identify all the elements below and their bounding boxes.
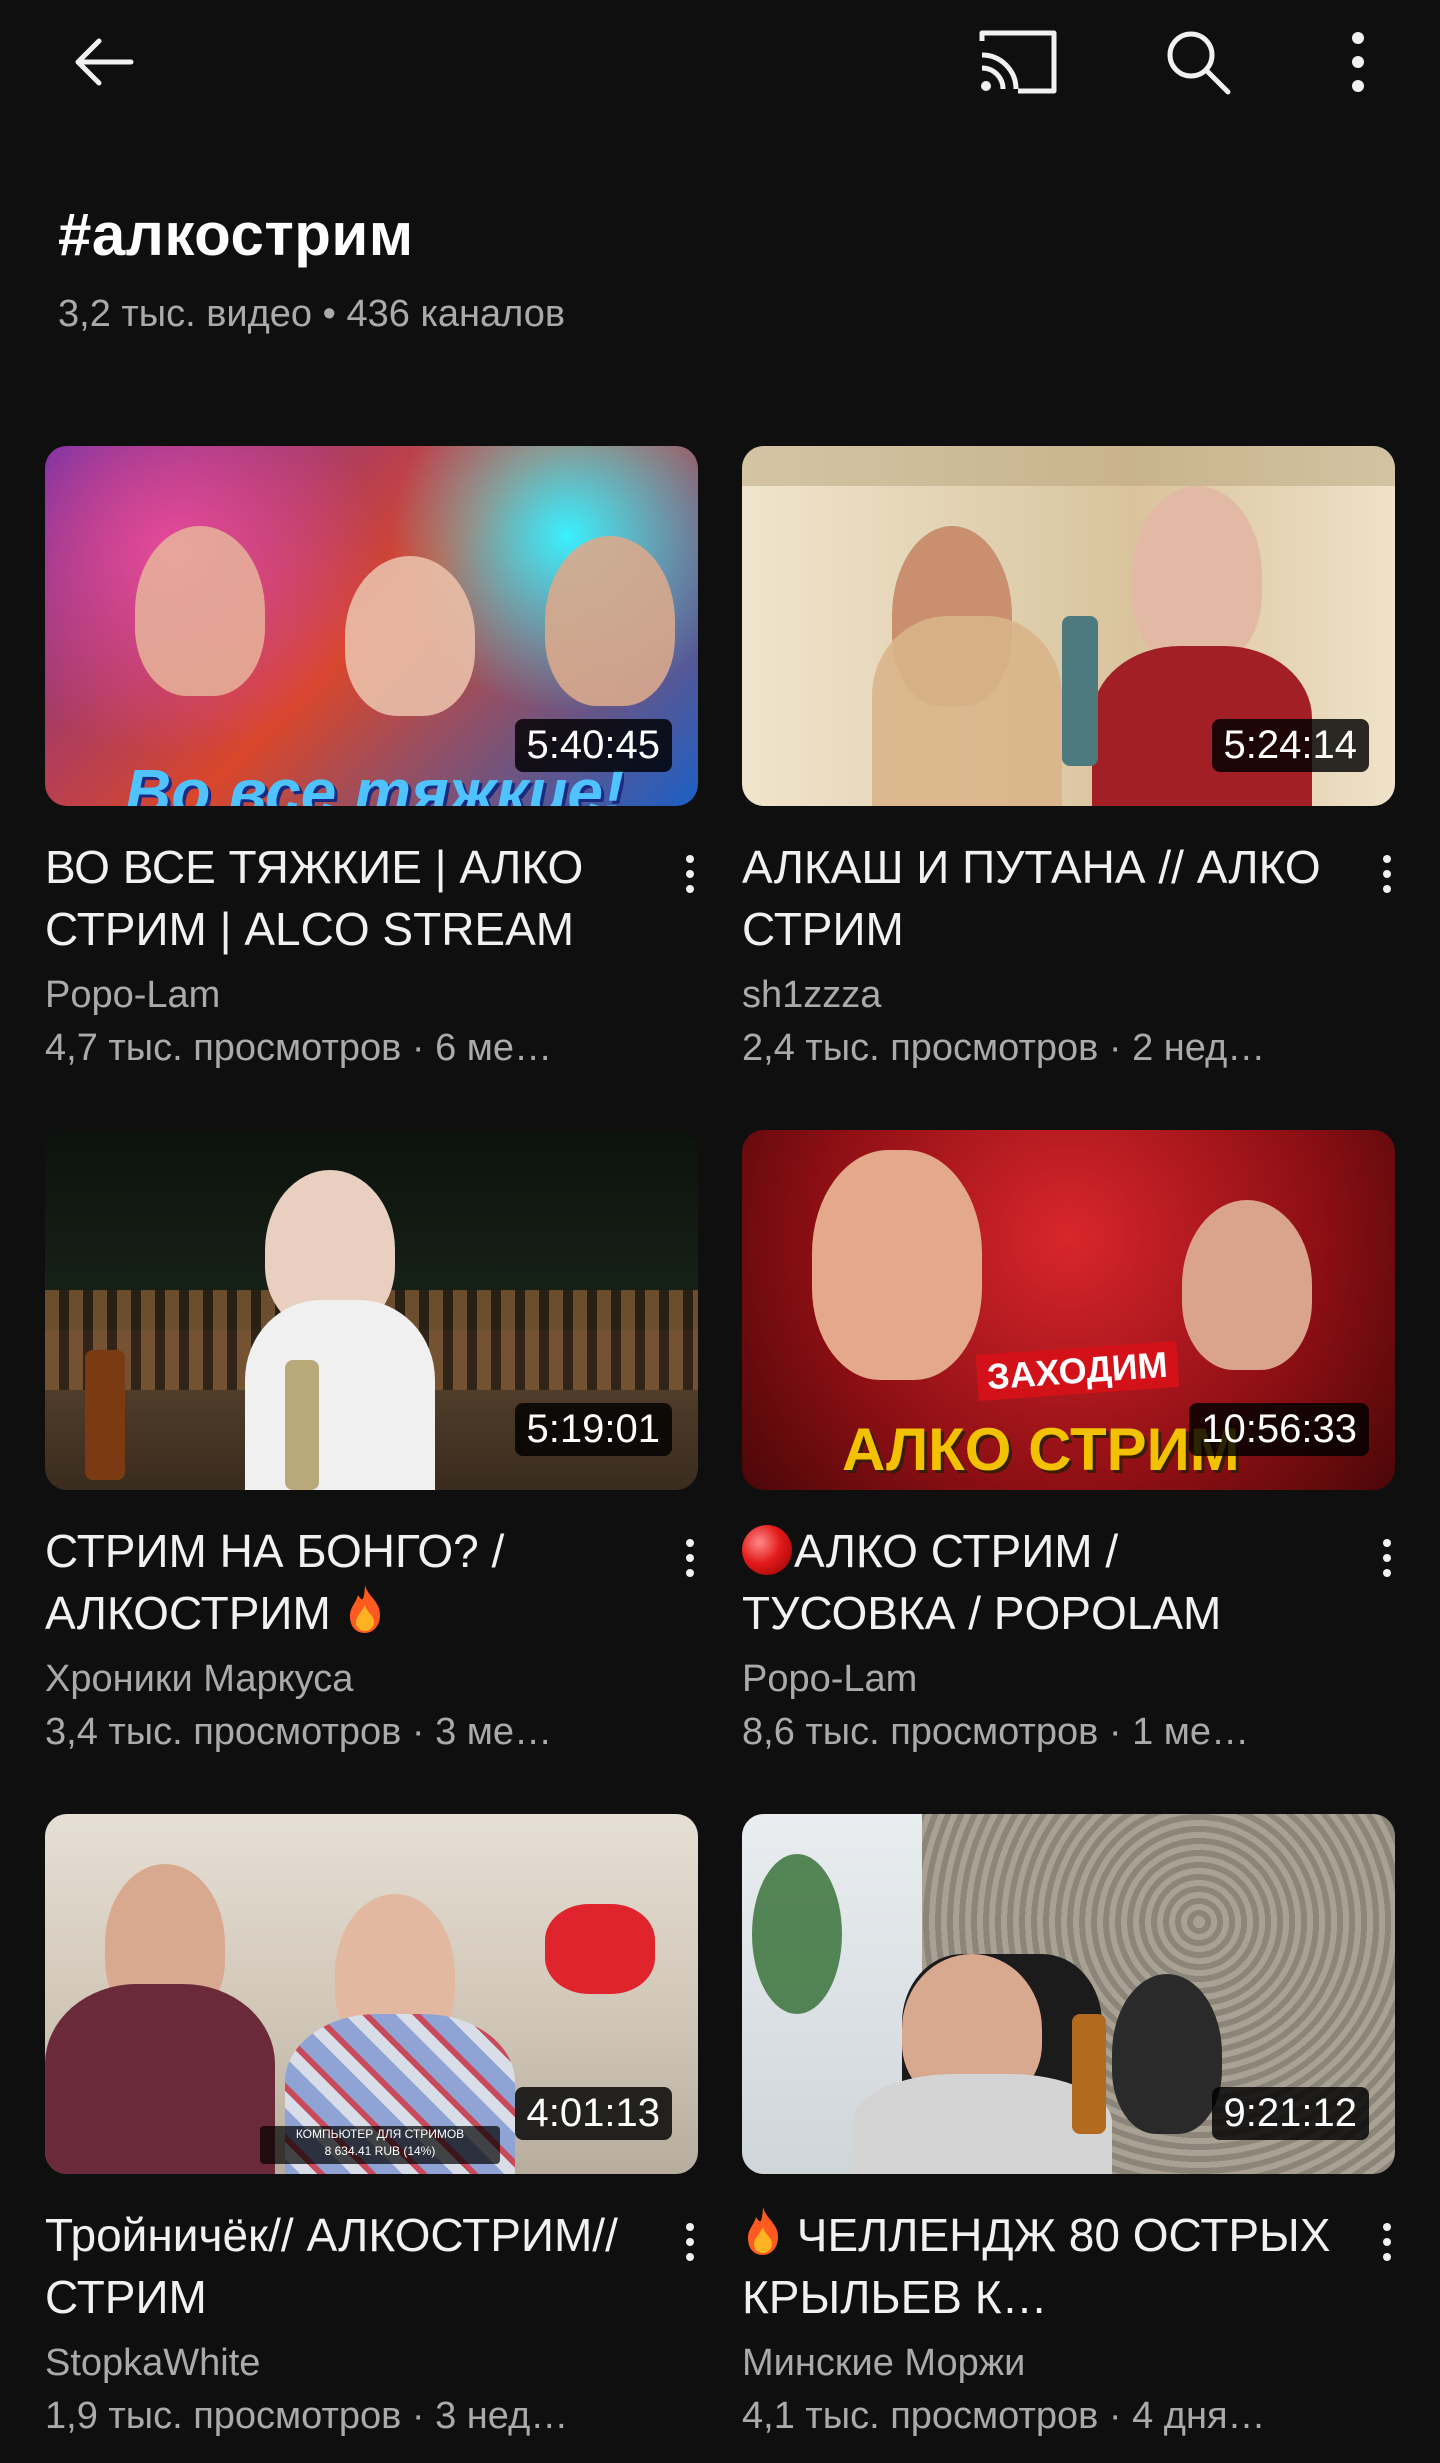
duration-badge: 9:21:12 (1211, 2087, 1369, 2140)
video-card[interactable]: 9:21:12 ЧЕЛЛЕНДЖ 80 ОСТРЫХ КРЫЛЬЕВ К… Ми… (742, 1814, 1395, 2444)
video-menu-button[interactable] (1365, 844, 1409, 904)
more-vert-icon (1352, 32, 1364, 92)
fire-emoji-icon (748, 2207, 778, 2255)
view-count: 1,9 тыс. просмотров · 3 нед… (45, 2395, 569, 2437)
video-menu-button[interactable] (668, 844, 712, 904)
cast-icon (979, 30, 1057, 94)
view-count: 8,6 тыс. просмотров · 1 ме… (742, 1711, 1250, 1753)
video-title[interactable]: ЧЕЛЛЕНДЖ 80 ОСТРЫХ КРЫЛЬЕВ К… (742, 2204, 1335, 2328)
search-button[interactable] (1156, 20, 1240, 104)
person-figure (135, 526, 265, 696)
fire-emoji-icon (349, 1585, 380, 1633)
view-count: 3,4 тыс. просмотров · 3 ме… (45, 1711, 553, 1753)
video-card[interactable]: Во все тяжкие! 5:40:45 ВО ВСЕ ТЯЖКИЕ | А… (45, 446, 698, 1076)
arrow-left-icon (75, 38, 134, 86)
person-figure (1182, 1200, 1312, 1370)
video-card[interactable]: ЗАХОДИМ АЛКО СТРИМ 10:56:33 АЛКО СТРИМ /… (742, 1130, 1395, 1760)
view-count: 2,4 тыс. просмотров · 2 нед… (742, 1027, 1266, 1069)
bottle (85, 1350, 125, 1480)
channel-name[interactable]: StopkaWhite (45, 2338, 638, 2388)
duration-badge: 4:01:13 (514, 2087, 672, 2140)
red-circle-emoji-icon (742, 1525, 792, 1575)
video-thumbnail[interactable]: 5:24:14 (742, 446, 1395, 806)
person-figure (545, 536, 675, 706)
video-menu-button[interactable] (1365, 1528, 1409, 1588)
video-title[interactable]: АЛКО СТРИМ / ТУСОВКА / POPOLAM (742, 1520, 1335, 1644)
hashtag-stats: 3,2 тыс. видео • 436 каналов (58, 293, 566, 335)
channel-name[interactable]: Минские Моржи (742, 2338, 1335, 2388)
duration-badge: 5:19:01 (514, 1403, 672, 1456)
person-figure (1112, 1974, 1222, 2134)
thumbnail-badge: ЗАХОДИМ (975, 1341, 1180, 1401)
red-glove (545, 1904, 655, 1994)
video-card[interactable]: КОМПЬЮТЕР ДЛЯ СТРИМОВ 8 634.41 RUB (14%)… (45, 1814, 698, 2444)
video-thumbnail[interactable]: ЗАХОДИМ АЛКО СТРИМ 10:56:33 (742, 1130, 1395, 1490)
person-figure (1132, 486, 1262, 666)
person-figure (345, 556, 475, 716)
video-title[interactable]: Тройничёк// АЛКОСТРИМ// СТРИМ (45, 2204, 638, 2328)
channel-name[interactable]: Popo-Lam (742, 1654, 1335, 1704)
thumbnail-caption: АЛКО СТРИМ (842, 1416, 1240, 1483)
back-button[interactable] (62, 20, 146, 104)
video-thumbnail[interactable]: 9:21:12 (742, 1814, 1395, 2174)
channel-name[interactable]: Хроники Маркуса (45, 1654, 638, 1704)
channel-name[interactable]: Popo-Lam (45, 970, 638, 1020)
view-count: 4,1 тыс. просмотров · 4 дня… (742, 2395, 1266, 2437)
hashtag-header: #алкострим 3,2 тыс. видео • 436 каналов (58, 200, 565, 336)
view-count: 4,7 тыс. просмотров · 6 ме… (45, 1027, 553, 1069)
bottle (1072, 2014, 1106, 2134)
search-icon (1167, 31, 1231, 95)
donation-overlay: КОМПЬЮТЕР ДЛЯ СТРИМОВ 8 634.41 RUB (14%) (260, 2126, 500, 2164)
video-thumbnail[interactable]: Во все тяжкие! 5:40:45 (45, 446, 698, 806)
bottle (1062, 616, 1098, 766)
video-title[interactable]: СТРИМ НА БОНГО? / АЛКОСТРИМ (45, 1520, 638, 1644)
video-title[interactable]: АЛКАШ И ПУТАНА // АЛКО СТРИМ (742, 836, 1335, 960)
plant (752, 1854, 842, 2014)
video-thumbnail[interactable]: 5:19:01 (45, 1130, 698, 1490)
video-card[interactable]: 5:19:01 СТРИМ НА БОНГО? / АЛКОСТРИМ Хрон… (45, 1130, 698, 1760)
channel-name[interactable]: sh1zzza (742, 970, 1335, 1020)
hashtag-title: #алкострим (58, 201, 414, 268)
bottle (285, 1360, 319, 1490)
video-thumbnail[interactable]: КОМПЬЮТЕР ДЛЯ СТРИМОВ 8 634.41 RUB (14%)… (45, 1814, 698, 2174)
duration-badge: 5:40:45 (514, 719, 672, 772)
video-menu-button[interactable] (668, 2212, 712, 2272)
top-app-bar (0, 0, 1440, 130)
duration-badge: 5:24:14 (1211, 719, 1369, 772)
video-menu-button[interactable] (1365, 2212, 1409, 2272)
more-options-button[interactable] (1316, 20, 1400, 104)
person-figure (812, 1150, 982, 1380)
video-menu-button[interactable] (668, 1528, 712, 1588)
cast-button[interactable] (976, 20, 1060, 104)
video-card[interactable]: 5:24:14 АЛКАШ И ПУТАНА // АЛКО СТРИМ sh1… (742, 446, 1395, 1076)
video-title[interactable]: ВО ВСЕ ТЯЖКИЕ | АЛКО СТРИМ | ALCO STREAM (45, 836, 638, 960)
duration-badge: 10:56:33 (1189, 1403, 1369, 1456)
